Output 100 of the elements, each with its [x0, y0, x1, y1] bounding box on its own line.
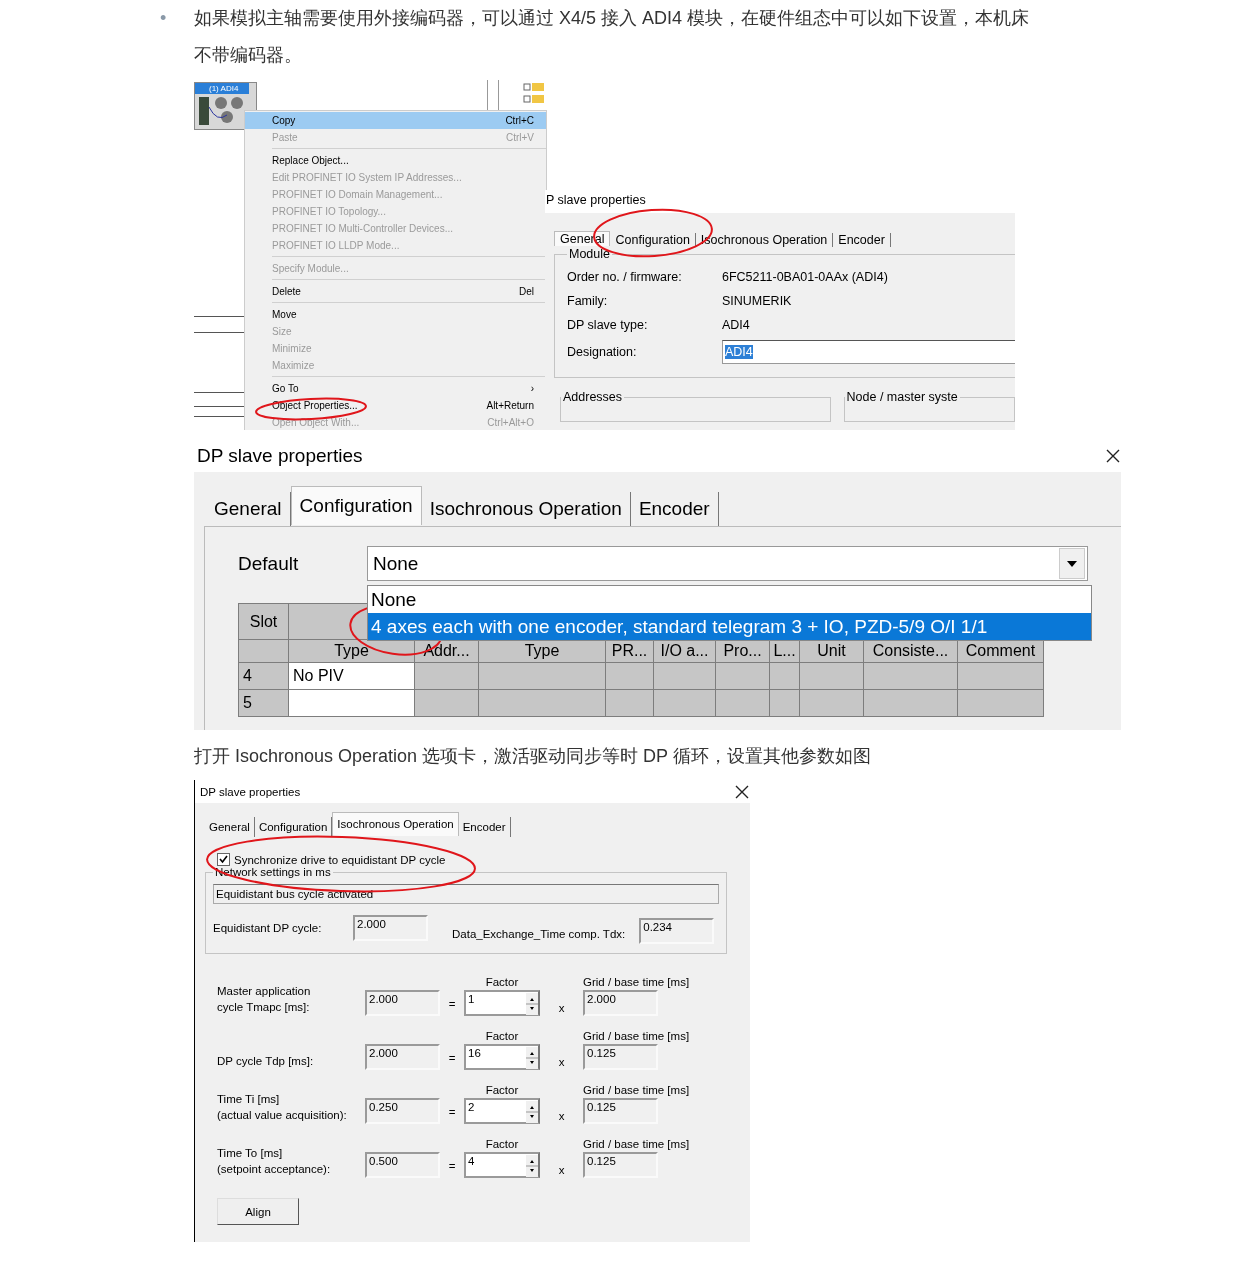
times-sign: x — [557, 1001, 566, 1014]
spin-arrows-icon[interactable] — [526, 1047, 538, 1069]
header-cell: L... — [770, 640, 799, 662]
dropdown-option[interactable]: 4 axes each with one encoder, standard telegram 3 + IO, PZD-5/9 O/I 1/1 — [368, 613, 1091, 640]
header-cell: Type — [289, 640, 414, 662]
header-cell: Slot — [239, 604, 288, 639]
field-label: Time To [ms] (setpoint acceptance): — [217, 1146, 332, 1177]
field-value: 6FC5211-0BA01-0AAx (ADI4) — [722, 270, 889, 284]
table-cell[interactable]: No PIV — [289, 663, 414, 689]
tab[interactable]: Configuration — [290, 486, 422, 525]
spin-arrows-icon[interactable] — [526, 993, 538, 1015]
close-icon[interactable] — [734, 783, 750, 800]
column-header: Factor — [484, 1084, 520, 1096]
equals-sign: = — [447, 1052, 457, 1064]
number-field: 0.250 — [365, 1098, 440, 1124]
field-label: Family: — [567, 294, 609, 308]
times-sign: x — [557, 1163, 566, 1176]
field-label: DP cycle Tdp [ms]: — [217, 1054, 315, 1069]
times-sign: x — [557, 1109, 566, 1122]
group-title: Module — [568, 247, 611, 261]
tab[interactable]: Isochronous Operation — [332, 812, 459, 836]
tab[interactable]: Encoder — [833, 233, 891, 247]
number-field: 0.125 — [583, 1152, 658, 1178]
tab[interactable]: Isochronous Operation — [421, 492, 631, 526]
menu-item[interactable]: Copy Ctrl+C — [245, 112, 546, 129]
header-cell: Type — [479, 640, 605, 662]
column-header: Factor — [484, 1138, 520, 1150]
input-field[interactable]: ADI4 — [722, 340, 1015, 364]
group-title: Node / master syste — [845, 390, 959, 404]
field-value: SINUMERIK — [722, 294, 793, 308]
header-cell: I/O a... — [654, 640, 715, 662]
field-label: Designation: — [567, 345, 638, 359]
checkbox[interactable] — [217, 853, 230, 866]
column-header: Grid / base time [ms] — [583, 976, 691, 988]
spin-arrows-icon[interactable] — [526, 1155, 538, 1177]
checkbox-label: Synchronize drive to equidistant DP cycle — [234, 853, 446, 866]
field-value: ADI4 — [722, 318, 751, 332]
table-cell — [654, 690, 715, 716]
table-cell — [716, 663, 769, 689]
header-cell: Unit — [800, 640, 863, 662]
spin-arrows-icon[interactable] — [526, 1101, 538, 1123]
align-button[interactable]: Align — [217, 1198, 299, 1225]
window-title: P slave properties — [545, 192, 647, 209]
field-label: Time Ti [ms] (actual value acquisition): — [217, 1092, 348, 1123]
field-label: DP slave type: — [567, 318, 649, 332]
number-field: 0.500 — [365, 1152, 440, 1178]
number-field: 0.125 — [583, 1044, 658, 1070]
field-label: Data_Exchange_Time comp. Tdx: — [452, 928, 626, 940]
row-header: 4 — [239, 663, 288, 689]
field-label: Order no. / firmware: — [567, 270, 683, 284]
module-label: (1) ADI4 — [195, 83, 249, 94]
window-title: DP slave properties — [200, 785, 301, 798]
number-field: 0.234 — [639, 918, 715, 944]
table-cell — [654, 663, 715, 689]
spin-field[interactable]: 16 — [464, 1044, 540, 1070]
header-cell: Comment — [958, 640, 1043, 662]
dropdown-field[interactable]: None — [367, 546, 1088, 581]
caret-icon — [1067, 560, 1077, 567]
table-cell — [415, 663, 478, 689]
equals-sign: = — [447, 1160, 457, 1172]
table-cell[interactable] — [289, 690, 414, 716]
menu-item[interactable]: Move — [245, 306, 546, 323]
tab[interactable]: General — [205, 817, 255, 837]
field-label: Equidistant DP cycle: — [213, 922, 323, 934]
menu-item[interactable]: Replace Object... — [245, 152, 546, 169]
row-header: 5 — [239, 690, 288, 716]
dropdown-option[interactable]: None — [368, 586, 1091, 613]
header-cell: Pro... — [716, 640, 769, 662]
header-cell — [239, 640, 288, 662]
spin-field[interactable]: 2 — [464, 1098, 540, 1124]
menu-item[interactable]: Delete Del — [245, 283, 546, 300]
dropdown-button[interactable] — [1059, 548, 1085, 579]
equals-sign: = — [447, 1106, 457, 1118]
tab[interactable]: General — [206, 492, 291, 526]
table-cell — [716, 690, 769, 716]
close-icon[interactable] — [1105, 448, 1121, 464]
table-cell — [800, 663, 863, 689]
check-icon — [219, 855, 228, 864]
table-cell — [606, 663, 653, 689]
column-header: Grid / base time [ms] — [583, 1084, 691, 1096]
number-field: 2.000 — [583, 990, 658, 1016]
field-label: Default — [238, 552, 300, 575]
spin-field[interactable]: 1 — [464, 990, 540, 1016]
spin-field[interactable]: 4 — [464, 1152, 540, 1178]
number-field: 2.000 — [365, 1044, 440, 1070]
tab[interactable]: Encoder — [458, 817, 511, 837]
module-tile[interactable]: (1) ADI4 — [194, 82, 257, 130]
table-cell — [770, 663, 799, 689]
table-cell — [800, 690, 863, 716]
group-title: Addresses — [562, 390, 624, 404]
column-header: Grid / base time [ms] — [583, 1138, 691, 1150]
table-cell — [415, 690, 478, 716]
field-value: ADI4 — [725, 345, 753, 359]
header-cell: Consiste... — [864, 640, 957, 662]
table-cell — [606, 690, 653, 716]
times-sign: x — [557, 1055, 566, 1068]
menu-item[interactable]: Go To › — [245, 380, 546, 397]
number-field: 0.125 — [583, 1098, 658, 1124]
window-title: DP slave properties — [197, 445, 363, 467]
tab[interactable]: Encoder — [630, 492, 719, 526]
